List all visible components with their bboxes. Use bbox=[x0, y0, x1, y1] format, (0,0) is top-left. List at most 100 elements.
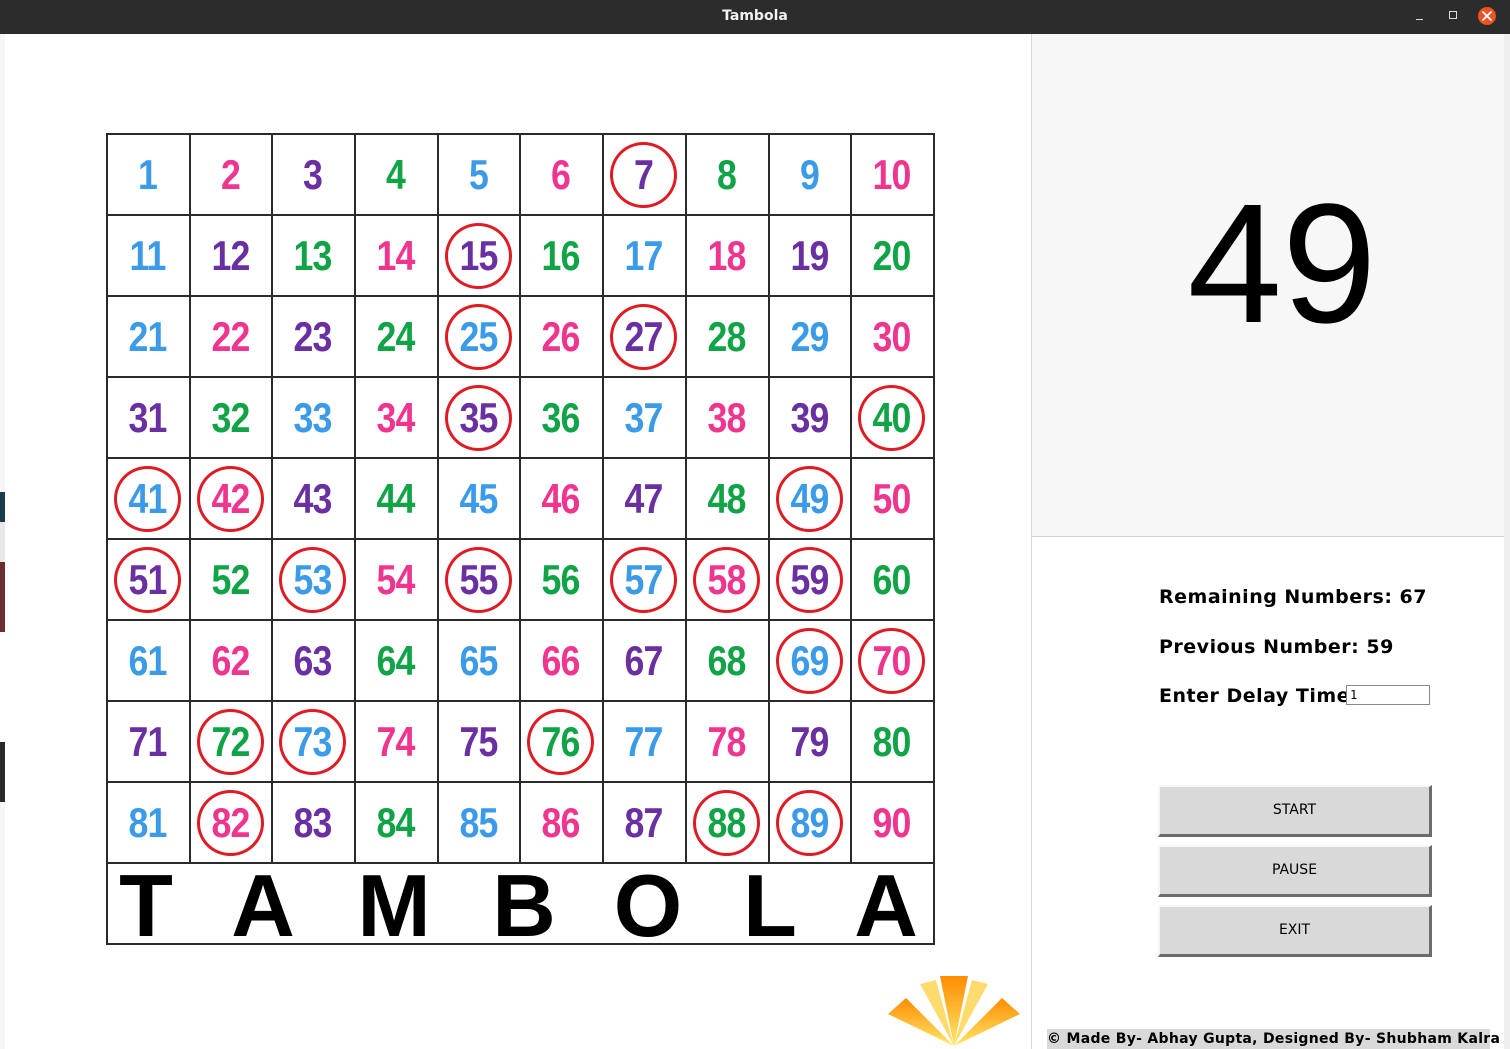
board-cell: 15 bbox=[436, 214, 522, 297]
number-cell: 62 bbox=[191, 621, 270, 700]
board-cell: 63 bbox=[271, 619, 357, 702]
board-number: 69 bbox=[789, 637, 829, 684]
number-cell: 33 bbox=[273, 378, 352, 457]
number-cell: 43 bbox=[273, 459, 352, 538]
number-cell: 4 bbox=[356, 135, 435, 214]
background-window-edge bbox=[0, 34, 5, 1049]
board-cell: 60 bbox=[850, 538, 935, 621]
board-number: 45 bbox=[459, 475, 498, 522]
banner-letter: O bbox=[613, 856, 683, 955]
board-number: 54 bbox=[376, 556, 416, 603]
board-number: 14 bbox=[376, 232, 416, 279]
pause-button[interactable]: PAUSE bbox=[1158, 845, 1432, 897]
board-cell: 53 bbox=[271, 538, 357, 621]
number-cell: 32 bbox=[191, 378, 270, 457]
board-cell: 68 bbox=[684, 619, 770, 702]
board-number: 36 bbox=[541, 394, 581, 441]
banner-letter: L bbox=[743, 856, 797, 955]
credit-footer: © Made By- Abhay Gupta, Designed By- Shu… bbox=[1047, 1029, 1510, 1049]
board-number: 33 bbox=[293, 394, 333, 441]
board-row: 51 52 53 54 55 56 57 58 59 60 bbox=[106, 538, 935, 621]
number-cell: 29 bbox=[770, 297, 849, 376]
board-number: 32 bbox=[211, 394, 250, 441]
board-number: 24 bbox=[376, 313, 416, 360]
board-cell: 39 bbox=[767, 376, 853, 459]
board-number: 84 bbox=[376, 799, 416, 846]
board-cell: 29 bbox=[767, 295, 853, 378]
board-cell: 30 bbox=[850, 295, 935, 378]
number-board: 1 2 3 4 5 6 7 8 9 10 11 12 13 14 15 16 17 18 19 20 21 22 23 24 2… bbox=[106, 133, 935, 955]
number-cell: 30 bbox=[852, 297, 931, 376]
board-number: 27 bbox=[624, 313, 664, 360]
board-number: 12 bbox=[211, 232, 250, 279]
board-cell: 23 bbox=[271, 295, 357, 378]
number-cell: 28 bbox=[687, 297, 766, 376]
number-cell: 83 bbox=[273, 783, 352, 862]
board-cell: 38 bbox=[684, 376, 770, 459]
number-cell: 19 bbox=[770, 216, 849, 295]
called-number-cell: 40 bbox=[852, 378, 931, 457]
number-cell: 65 bbox=[439, 621, 518, 700]
number-cell: 64 bbox=[356, 621, 435, 700]
exit-button[interactable]: EXIT bbox=[1158, 905, 1432, 957]
board-cell: 64 bbox=[354, 619, 439, 702]
board-cell: 20 bbox=[850, 214, 935, 297]
minimize-button[interactable] bbox=[1406, 4, 1432, 28]
board-number: 64 bbox=[376, 637, 416, 684]
board-cell: 11 bbox=[106, 214, 191, 297]
board-cell: 43 bbox=[271, 457, 357, 540]
board-cell: 17 bbox=[602, 214, 687, 297]
start-button[interactable]: START bbox=[1158, 785, 1432, 837]
called-number-cell: 57 bbox=[604, 540, 683, 619]
called-number-cell: 51 bbox=[108, 540, 187, 619]
board-number: 7 bbox=[634, 151, 654, 198]
board-cell: 24 bbox=[354, 295, 439, 378]
number-cell: 77 bbox=[604, 702, 683, 781]
board-number: 53 bbox=[293, 556, 333, 603]
called-number-cell: 58 bbox=[687, 540, 766, 619]
scrollbar[interactable] bbox=[1504, 34, 1510, 1049]
banner-letter: A bbox=[231, 856, 295, 955]
board-number: 20 bbox=[872, 232, 912, 279]
board-number: 77 bbox=[624, 718, 664, 765]
board-number: 17 bbox=[624, 232, 664, 279]
board-number: 18 bbox=[707, 232, 746, 279]
board-cell: 58 bbox=[684, 538, 770, 621]
number-cell: 14 bbox=[356, 216, 435, 295]
called-number-cell: 69 bbox=[770, 621, 849, 700]
called-number-cell: 88 bbox=[687, 783, 766, 862]
delay-time-input[interactable] bbox=[1346, 685, 1430, 705]
board-cell: 61 bbox=[106, 619, 191, 702]
called-number-cell: 82 bbox=[191, 783, 270, 862]
board-cell: 87 bbox=[602, 781, 687, 864]
called-number-cell: 76 bbox=[521, 702, 600, 781]
number-cell: 39 bbox=[770, 378, 849, 457]
board-number: 78 bbox=[707, 718, 746, 765]
board-cell: 3 bbox=[271, 133, 357, 216]
number-cell: 75 bbox=[439, 702, 518, 781]
number-cell: 80 bbox=[852, 702, 931, 781]
current-number-display: 49 bbox=[1032, 34, 1504, 537]
board-number: 81 bbox=[128, 799, 167, 846]
called-number-cell: 35 bbox=[439, 378, 518, 457]
number-cell: 74 bbox=[356, 702, 435, 781]
title-bar: Tambola bbox=[0, 0, 1510, 34]
board-number: 44 bbox=[376, 475, 416, 522]
maximize-button[interactable] bbox=[1440, 4, 1466, 28]
board-number: 51 bbox=[128, 556, 167, 603]
number-cell: 36 bbox=[521, 378, 600, 457]
board-number: 86 bbox=[541, 799, 581, 846]
called-number-cell: 55 bbox=[439, 540, 518, 619]
board-cell: 85 bbox=[436, 781, 522, 864]
close-button[interactable] bbox=[1474, 4, 1500, 28]
board-cell: 62 bbox=[188, 619, 274, 702]
board-number: 73 bbox=[293, 718, 333, 765]
board-cell: 25 bbox=[436, 295, 522, 378]
board-number: 3 bbox=[303, 151, 323, 198]
board-cell: 59 bbox=[767, 538, 853, 621]
number-cell: 38 bbox=[687, 378, 766, 457]
number-cell: 8 bbox=[687, 135, 766, 214]
board-row: 71 72 73 74 75 76 77 78 79 80 bbox=[106, 700, 935, 783]
board-number: 34 bbox=[376, 394, 416, 441]
number-cell: 52 bbox=[191, 540, 270, 619]
